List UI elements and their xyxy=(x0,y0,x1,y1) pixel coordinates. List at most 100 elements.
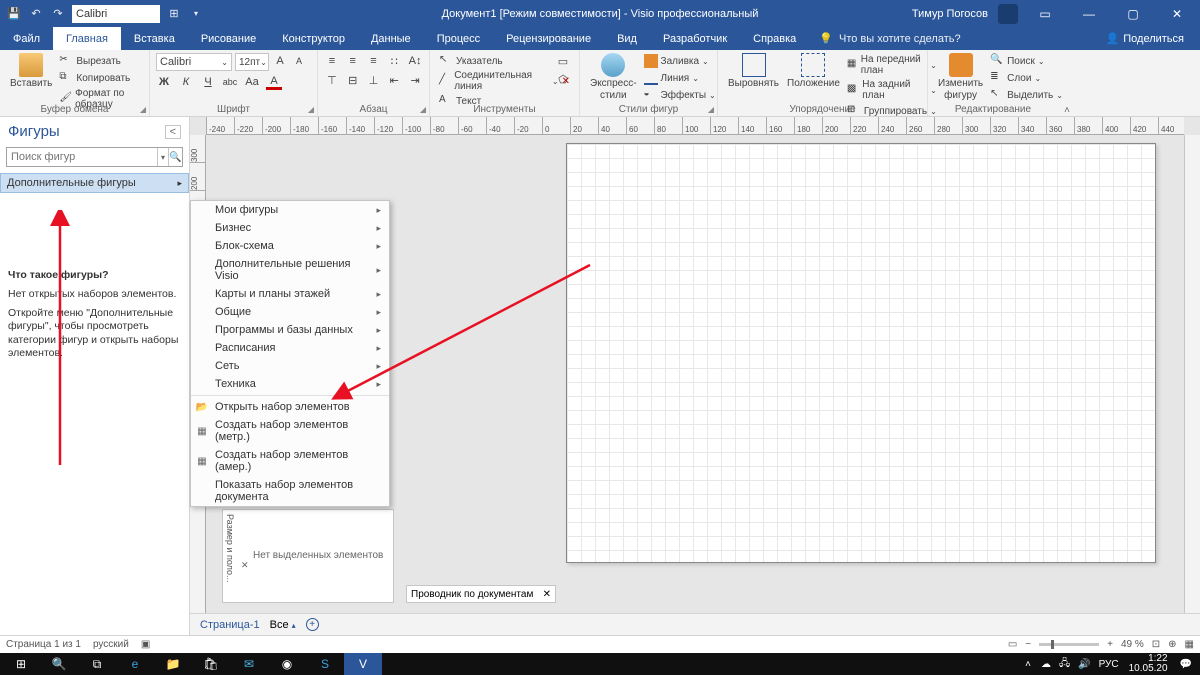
menu-software[interactable]: Программы и базы данных▸ xyxy=(191,321,389,339)
search-dropdown-icon[interactable]: ▾ xyxy=(157,148,168,166)
tab-developer[interactable]: Разработчик xyxy=(650,27,740,50)
taskbar-store-icon[interactable]: 🛍 xyxy=(192,653,230,675)
zoom-slider[interactable] xyxy=(1039,643,1099,646)
menu-new-stencil-metric[interactable]: ▦Создать набор элементов (метр.) xyxy=(191,416,389,446)
line-button[interactable]: Линия ⌄ xyxy=(641,70,719,86)
paragraph-launcher-icon[interactable]: ◢ xyxy=(420,105,426,114)
shapes-search-box[interactable]: ▾ 🔍 xyxy=(6,147,183,167)
menu-network[interactable]: Сеть▸ xyxy=(191,357,389,375)
taskbar-mail-icon[interactable]: ✉ xyxy=(230,653,268,675)
drawing-page[interactable] xyxy=(566,143,1156,563)
task-view-icon[interactable]: ⧉ xyxy=(78,653,116,675)
tab-file[interactable]: Файл xyxy=(0,27,53,50)
menu-my-shapes[interactable]: Мои фигуры▸ xyxy=(191,201,389,219)
rectangle-tool-icon[interactable]: ▭ xyxy=(555,53,571,69)
find-button[interactable]: 🔍Поиск ⌄ xyxy=(987,53,1066,69)
bring-front-button[interactable]: ▦На передний план ⌄ xyxy=(844,53,940,77)
minimize-icon[interactable]: — xyxy=(1072,0,1106,27)
shapes-pane-minimize-icon[interactable]: < xyxy=(165,125,181,139)
tab-insert[interactable]: Вставка xyxy=(121,27,188,50)
fill-button[interactable]: Заливка ⌄ xyxy=(641,53,719,69)
taskbar-chrome-icon[interactable]: ◉ xyxy=(268,653,306,675)
user-name[interactable]: Тимур Погосов xyxy=(912,8,988,20)
paste-button[interactable]: Вставить xyxy=(6,53,56,111)
zoom-level[interactable]: 49 % xyxy=(1121,639,1144,650)
save-icon[interactable]: 💾 xyxy=(6,6,22,22)
tell-me[interactable]: 💡Что вы хотите сделать? xyxy=(809,27,970,50)
more-shapes-button[interactable]: Дополнительные фигуры ▸ xyxy=(0,173,189,193)
user-avatar[interactable] xyxy=(998,4,1018,24)
effects-button[interactable]: ◒Эффекты ⌄ xyxy=(641,87,719,103)
font-name-combo[interactable]: Calibri⌄ xyxy=(156,53,232,71)
shapestyles-launcher-icon[interactable]: ◢ xyxy=(708,105,714,114)
menu-visio-extras[interactable]: Дополнительные решения Visio▸ xyxy=(191,255,389,285)
taskbar-skype-icon[interactable]: S xyxy=(306,653,344,675)
menu-show-document-stencil[interactable]: Показать набор элементов документа xyxy=(191,476,389,506)
bold-button[interactable]: Ж xyxy=(156,74,172,90)
taskbar-visio-icon[interactable]: V xyxy=(344,653,382,675)
scrollbar-vertical[interactable] xyxy=(1184,135,1200,619)
align-left-icon[interactable]: ≡ xyxy=(324,53,340,69)
shrink-font-icon[interactable]: A xyxy=(291,53,307,69)
increase-indent-icon[interactable]: ⇥ xyxy=(407,72,423,88)
underline-button[interactable]: Ч xyxy=(200,74,216,90)
strike-button[interactable]: abc xyxy=(222,74,238,90)
search-go-icon[interactable]: 🔍 xyxy=(168,148,182,166)
font-launcher-icon[interactable]: ◢ xyxy=(308,105,314,114)
tray-expand-icon[interactable]: ˄ xyxy=(1019,659,1037,670)
tray-volume-icon[interactable]: 🔊 xyxy=(1074,659,1094,670)
tab-view[interactable]: Вид xyxy=(604,27,650,50)
menu-new-stencil-us[interactable]: ▦Создать набор элементов (амер.) xyxy=(191,446,389,476)
menu-business[interactable]: Бизнес▸ xyxy=(191,219,389,237)
menu-maps[interactable]: Карты и планы этажей▸ xyxy=(191,285,389,303)
menu-engineering[interactable]: Техника▸ xyxy=(191,375,389,393)
select-button[interactable]: ↖Выделить ⌄ xyxy=(987,87,1066,103)
ribbon-display-icon[interactable]: ▭ xyxy=(1028,0,1062,27)
page-tab-1[interactable]: Страница-1 xyxy=(200,619,260,631)
align-middle-icon[interactable]: ⊟ xyxy=(345,72,361,88)
menu-schedule[interactable]: Расписания▸ xyxy=(191,339,389,357)
qat-customize-icon[interactable]: ▾ xyxy=(188,6,204,22)
qat-font-display[interactable]: Calibri xyxy=(72,5,160,23)
menu-flowchart[interactable]: Блок-схема▸ xyxy=(191,237,389,255)
bullets-icon[interactable]: ∷ xyxy=(386,53,402,69)
taskbar-search-icon[interactable]: 🔍 xyxy=(40,653,78,675)
tray-onedrive-icon[interactable]: ☁ xyxy=(1037,659,1055,670)
tray-language[interactable]: РУС xyxy=(1095,659,1123,670)
fit-page-icon[interactable]: ⊡ xyxy=(1152,639,1160,650)
start-button[interactable]: ⊞ xyxy=(2,653,40,675)
tab-process[interactable]: Процесс xyxy=(424,27,493,50)
taskbar-explorer-icon[interactable]: 📁 xyxy=(154,653,192,675)
macro-record-icon[interactable]: ▣ xyxy=(141,639,150,650)
shapes-gallery-icon[interactable]: ⬠ xyxy=(555,71,571,87)
copy-button[interactable]: ⧉Копировать xyxy=(56,70,143,86)
decrease-indent-icon[interactable]: ⇤ xyxy=(386,72,402,88)
connector-tool[interactable]: ╱Соединительная линия ⌄ ✕ xyxy=(436,69,573,93)
close-icon[interactable]: ✕ xyxy=(1160,0,1194,27)
new-page-icon[interactable]: + xyxy=(306,618,319,631)
tab-draw[interactable]: Рисование xyxy=(188,27,269,50)
menu-general[interactable]: Общие▸ xyxy=(191,303,389,321)
size-pane-close-icon[interactable]: ✕ xyxy=(241,560,249,571)
all-pages-button[interactable]: Все ▴ xyxy=(270,619,296,631)
font-color-button[interactable]: A xyxy=(266,74,282,90)
rotate-text-icon[interactable]: A↕ xyxy=(407,53,423,69)
align-center-icon[interactable]: ≡ xyxy=(345,53,361,69)
tray-clock[interactable]: 1:2210.05.20 xyxy=(1123,654,1174,674)
shapes-search-input[interactable] xyxy=(7,148,157,166)
tray-network-icon[interactable]: 🖧 xyxy=(1055,656,1074,673)
menu-open-stencil[interactable]: 📂Открыть набор элементов xyxy=(191,398,389,416)
grow-font-icon[interactable]: A xyxy=(272,53,288,69)
size-position-pane[interactable]: Размер и поло... ✕ Нет выделенных элемен… xyxy=(222,509,394,603)
align-top-icon[interactable]: ⊤ xyxy=(324,72,340,88)
touch-mode-icon[interactable]: ⊞ xyxy=(166,6,182,22)
pointer-tool[interactable]: ↖Указатель xyxy=(436,53,573,69)
align-right-icon[interactable]: ≡ xyxy=(366,53,382,69)
change-shape-button[interactable]: Изменитьфигуру xyxy=(934,53,987,103)
italic-button[interactable]: К xyxy=(178,74,194,90)
tab-data[interactable]: Данные xyxy=(358,27,424,50)
send-back-button[interactable]: ▩На задний план ⌄ xyxy=(844,78,940,102)
switch-windows-icon[interactable]: ▦ xyxy=(1185,639,1194,650)
font-size-combo[interactable]: 12пт⌄ xyxy=(235,53,269,71)
clipboard-launcher-icon[interactable]: ◢ xyxy=(140,105,146,114)
